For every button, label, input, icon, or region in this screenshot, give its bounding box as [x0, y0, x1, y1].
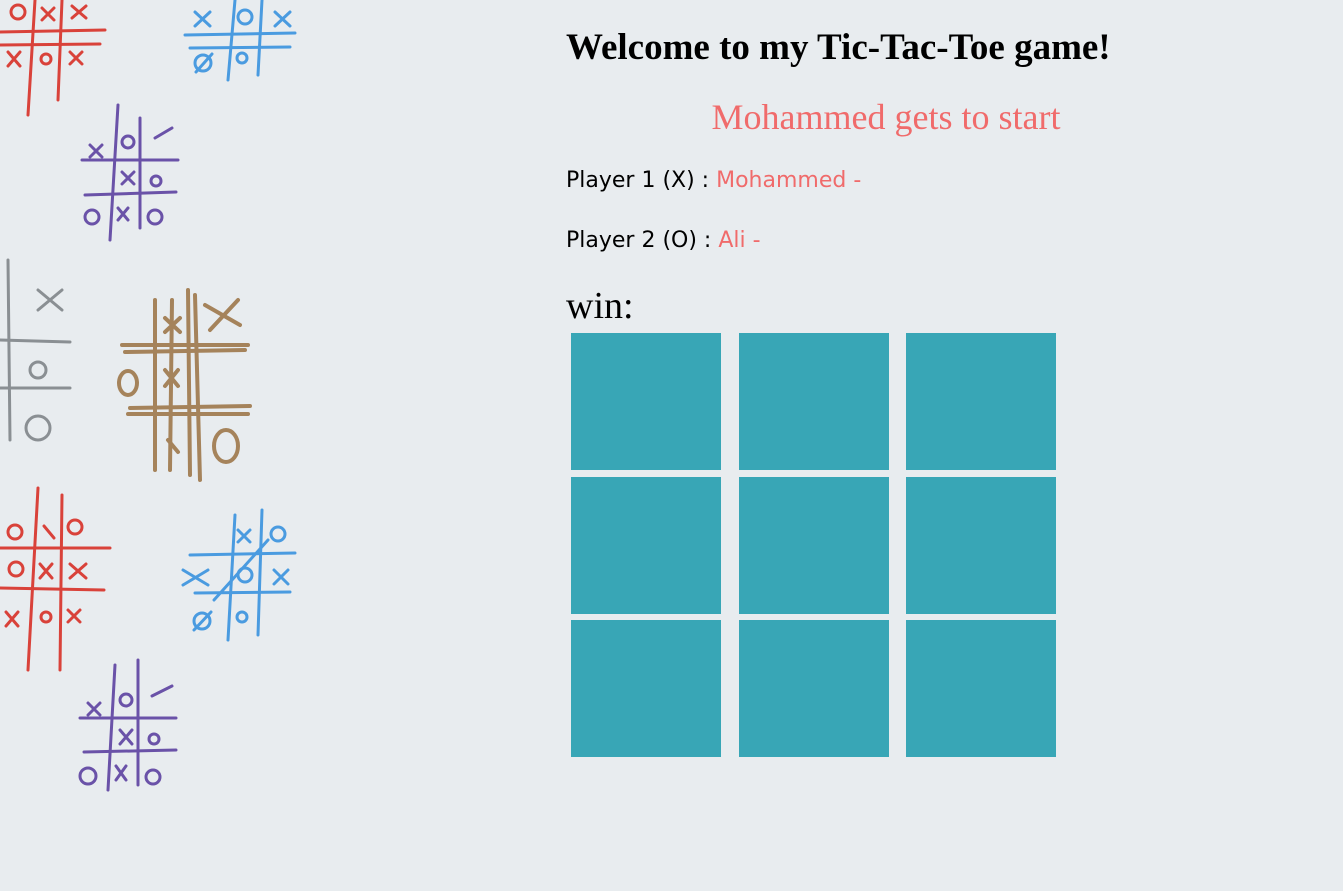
board-cell-8[interactable]	[739, 620, 889, 757]
red-doodle-grid-icon	[0, 0, 107, 117]
blue-doodle-grid-icon	[183, 0, 297, 82]
page-title: Welcome to my Tic-Tac-Toe game!	[566, 27, 1111, 68]
gray-doodle-grid-icon	[0, 258, 72, 442]
board-cell-9[interactable]	[906, 620, 1056, 757]
win-label: win:	[566, 285, 634, 327]
game-board	[571, 333, 1056, 758]
player-2-row: Player 2 (O) : Ali -	[566, 228, 761, 253]
tic-tac-toe-doodle-background	[0, 0, 297, 792]
board-cell-5[interactable]	[739, 477, 889, 614]
board-cell-7[interactable]	[571, 620, 721, 757]
purple-doodle-grid-icon-2	[78, 658, 178, 792]
board-cell-3[interactable]	[906, 333, 1056, 470]
player-1-label: Player 1 (X) :	[566, 168, 717, 193]
purple-doodle-grid-icon	[80, 103, 180, 242]
blue-doodle-grid-icon-2	[181, 508, 297, 642]
player-1-name: Mohammed -	[716, 168, 862, 193]
player-2-label: Player 2 (O) :	[566, 228, 719, 253]
turn-message: Mohammed gets to start	[711, 97, 1061, 137]
brown-doodle-grid-icon	[117, 288, 252, 482]
player-2-name: Ali -	[718, 228, 761, 253]
player-1-row: Player 1 (X) : Mohammed -	[566, 168, 861, 193]
board-cell-1[interactable]	[571, 333, 721, 470]
board-cell-4[interactable]	[571, 477, 721, 614]
board-cell-6[interactable]	[906, 477, 1056, 614]
red-doodle-grid-icon-2	[0, 486, 112, 672]
board-cell-2[interactable]	[739, 333, 889, 470]
